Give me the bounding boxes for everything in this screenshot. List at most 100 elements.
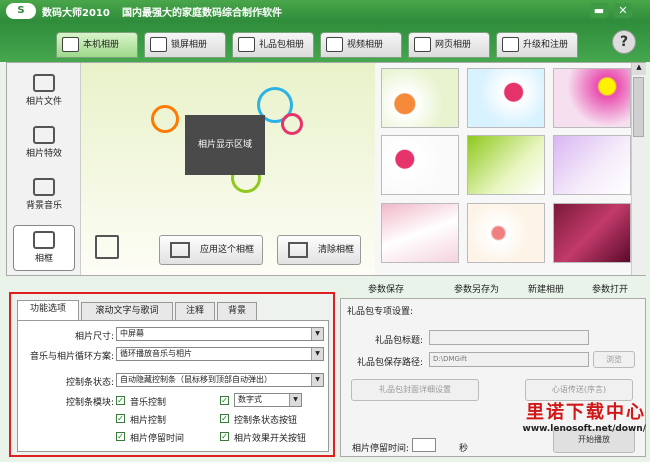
watermark-url: www.lenosoft.net/down/ [522,424,646,434]
frame-remove-icon [288,242,308,258]
image-icon [95,235,119,259]
tab-background[interactable]: 背景 [217,302,257,320]
minimize-button[interactable]: ▬ [590,3,608,18]
button-label: 清除相框 [318,245,355,255]
function-options-body: 相片尺寸: 中屏幕 ▼ 音乐与相片循环方案: 循环播放音乐与相片 ▼ 控制条状态… [17,320,329,452]
tab-notes[interactable]: 注释 [175,302,215,320]
loop-scheme-label: 音乐与相片循环方案: [29,352,114,362]
frame-thumbnail[interactable] [381,203,459,263]
gift-path-input[interactable]: D:\DMGift [429,352,589,367]
save-params-as-button[interactable]: 参数另存为 [454,282,499,295]
frame-thumbnail[interactable] [553,203,631,263]
thumbnail-scrollbar[interactable]: ▲ [631,63,646,275]
chevron-down-icon: ▼ [311,328,323,340]
tab-label: 升级和注册 [523,40,569,50]
photo-size-select[interactable]: 中屏幕 ▼ [116,327,324,341]
decor-circle [151,105,179,133]
globe-icon [502,37,519,52]
clear-frame-button[interactable]: 清除相框 [277,235,361,265]
album-toolbar: 参数保存 参数另存为 新建相册 参数打开 [342,280,642,296]
app-logo-icon: S [6,3,36,19]
control-bar-state-label: 控制条状态: [65,378,114,388]
tab-upgrade-register[interactable]: 升级和注册 [496,32,578,58]
photo-stay-time-checkbox[interactable]: ✓ [116,432,125,441]
photo-effect-toggle-label: 相片效果开关按钮 [234,434,307,444]
frame-thumbnail[interactable] [553,135,631,195]
browser-icon [414,37,431,52]
sidebar-item-photo-files[interactable]: 相片文件 [13,69,75,115]
frame-thumbnail[interactable] [467,203,545,263]
watermark: 里诺下载中心 www.lenosoft.net/down/ [484,398,646,434]
album-panel: 相片文件 相片特效 背景音乐 相框 相片显示区域 应用这个相框 清除相框 ▲ [6,62,646,276]
photo-display-area: 相片显示区域 [185,115,265,175]
app-slogan: 国内最强大的家庭数码综合制作软件 [122,8,282,19]
tab-function-options[interactable]: 功能选项 [17,300,79,320]
photo-effect-toggle-checkbox[interactable]: ✓ [220,432,229,441]
photo-stay-time-label: 相片停留时间: [351,444,409,454]
tab-gift-album[interactable]: 礼品包相册 [232,32,314,58]
sidebar: 相片文件 相片特效 背景音乐 相框 [7,63,81,275]
scroll-up-icon[interactable]: ▲ [632,63,646,75]
scroll-thumb[interactable] [633,77,644,137]
music-note-icon [33,178,55,196]
browse-button[interactable]: 浏览 [593,351,635,368]
apply-frame-button[interactable]: 应用这个相框 [159,235,263,265]
photo-control-checkbox[interactable]: ✓ [116,414,125,423]
sidebar-item-photo-effects[interactable]: 相片特效 [13,121,75,167]
sidebar-item-background-music[interactable]: 背景音乐 [13,173,75,219]
control-bar-state-select[interactable]: 自动隐藏控制条（鼠标移到顶部自动弹出） ▼ [116,373,324,387]
frame-thumbnail[interactable] [381,135,459,195]
tab-scroll-text-lyrics[interactable]: 滚动文字与歌词 [81,302,173,320]
monitor-icon [150,37,167,52]
frame-icon [33,231,55,249]
chevron-down-icon: ▼ [311,374,323,386]
music-control-checkbox[interactable]: ✓ [116,396,125,405]
control-bar-module-label: 控制条模块: [65,398,114,408]
tab-label: 视频相册 [347,40,384,50]
seconds-label: 秒 [459,444,469,454]
digit-style-select[interactable]: 数字式 ▼ [234,393,302,407]
tab-label: 礼品包相册 [259,40,305,50]
tab-label: 锁屏相册 [171,40,208,50]
loop-scheme-select[interactable]: 循环播放音乐与相片 ▼ [116,347,324,361]
title-bar: S 数码大师2010 国内最强大的家庭数码综合制作软件 ▬ ✕ [0,0,650,22]
select-value: 循环播放音乐与相片 [120,349,192,358]
gift-title-input[interactable] [429,330,589,345]
new-album-button[interactable]: 新建相册 [528,282,564,295]
frame-thumbnail[interactable] [553,68,631,128]
sidebar-item-frame[interactable]: 相框 [13,225,75,271]
sidebar-item-label: 相片文件 [25,97,62,107]
sidebar-item-label: 相框 [34,254,53,264]
frame-thumbnail-grid [375,63,645,275]
open-params-button[interactable]: 参数打开 [592,282,628,295]
close-button[interactable]: ✕ [614,3,632,18]
decor-circle [281,113,303,135]
help-button[interactable]: ? [612,30,636,54]
tab-label: 网页相册 [435,40,472,50]
tab-video-album[interactable]: 视频相册 [320,32,402,58]
app-window: S 数码大师2010 国内最强大的家庭数码综合制作软件 ▬ ✕ 本机相册 锁屏相… [0,0,650,462]
tab-label: 本机相册 [83,40,120,50]
select-value: 中屏幕 [120,329,144,338]
frame-preview: 相片显示区域 应用这个相框 清除相框 [81,63,375,275]
digit-style-checkbox[interactable]: ✓ [220,396,229,405]
frame-thumbnail[interactable] [467,135,545,195]
options-panel: 功能选项 滚动文字与歌词 注释 背景 相片尺寸: 中屏幕 ▼ 音乐与相片循环方案… [9,292,335,457]
control-state-button-checkbox[interactable]: ✓ [220,414,229,423]
gift-cover-settings-button[interactable]: 礼品包封面详细设置 [351,379,479,401]
save-params-button[interactable]: 参数保存 [368,282,404,295]
gift-title-label: 礼品包标题: [374,336,423,346]
tab-local-album[interactable]: 本机相册 [56,32,138,58]
frame-thumbnail[interactable] [467,68,545,128]
gift-icon [238,37,255,52]
sidebar-item-label: 相片特效 [25,149,62,159]
tab-web-album[interactable]: 网页相册 [408,32,490,58]
select-value: 数字式 [238,395,262,404]
main-tab-bar: 本机相册 锁屏相册 礼品包相册 视频相册 网页相册 升级和注册 ? [0,22,650,62]
chevron-down-icon: ▼ [289,394,301,406]
gift-path-label: 礼品包保存路径: [356,358,423,368]
photo-stay-time-spinner[interactable] [412,438,436,452]
frame-thumbnail[interactable] [381,68,459,128]
tab-lockscreen-album[interactable]: 锁屏相册 [144,32,226,58]
chevron-down-icon: ▼ [311,348,323,360]
